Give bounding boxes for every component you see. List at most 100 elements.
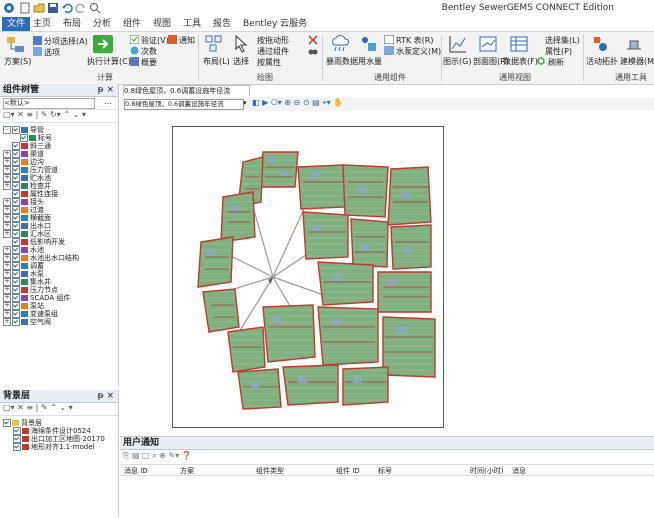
visibility-checkbox[interactable] — [12, 302, 20, 310]
visibility-checkbox[interactable] — [12, 142, 20, 150]
tab-analysis[interactable]: 分析 — [88, 17, 116, 31]
tree-item[interactable]: + 空气阀 — [3, 318, 118, 326]
expand-toggle-icon[interactable]: + — [3, 302, 11, 310]
background-item[interactable]: 地形对齐1.1-model — [3, 443, 118, 451]
select-cursor-icon[interactable] — [234, 34, 248, 56]
undo-icon[interactable] — [61, 2, 73, 14]
pin-close-icon[interactable]: ᵽ × — [98, 390, 114, 402]
filter-select[interactable]: <默认> — [3, 98, 95, 109]
graph-button[interactable]: 图示(G) — [443, 56, 471, 67]
property-button[interactable]: 属性(P) — [545, 46, 572, 57]
tab-components[interactable]: 组件 — [118, 17, 146, 31]
document-tab[interactable]: 0.8绿色屋顶，0.6调蓄设施年径流 — [123, 85, 250, 96]
visibility-checkbox[interactable] — [12, 262, 20, 270]
tree-item[interactable]: 属性连接 — [3, 190, 118, 198]
visibility-checkbox[interactable] — [12, 158, 20, 166]
expand-toggle-icon[interactable]: + — [3, 310, 11, 318]
expand-toggle-icon[interactable]: + — [3, 150, 11, 158]
tree-item[interactable]: + 接头 — [3, 198, 118, 206]
visibility-checkbox[interactable] — [12, 294, 20, 302]
tree-item[interactable]: + 调蓄 — [3, 262, 118, 270]
tree-item[interactable]: + 变速泵组 — [3, 310, 118, 318]
tree-item[interactable]: + 水池 — [3, 246, 118, 254]
tree-item[interactable]: + 边沟 — [3, 158, 118, 166]
tab-report[interactable]: 报告 — [208, 17, 236, 31]
expand-toggle-icon[interactable]: + — [3, 158, 11, 166]
scenario-button[interactable]: 方案(S) — [4, 56, 31, 67]
tree-item[interactable]: + 横截面 — [3, 214, 118, 222]
visibility-checkbox[interactable] — [13, 443, 21, 451]
tree-item[interactable]: + 出水口 — [3, 222, 118, 230]
expand-toggle-icon[interactable]: + — [3, 254, 11, 262]
scenario-select[interactable]: 0.8绿色屋顶，0.6调蓄设施年径流 — [124, 99, 244, 110]
water-use-icon[interactable] — [360, 35, 378, 56]
options-select-button[interactable]: 分项选择(A) — [44, 36, 88, 47]
expand-toggle-icon[interactable] — [11, 134, 19, 142]
tree-item[interactable]: + 水池出水口结构 — [3, 254, 118, 262]
more-icon[interactable]: … — [104, 97, 112, 106]
run-icon[interactable] — [93, 35, 113, 56]
visibility-checkbox[interactable] — [12, 222, 20, 230]
modeler-icon[interactable] — [625, 35, 643, 56]
visibility-checkbox[interactable] — [12, 126, 20, 134]
save-icon[interactable] — [47, 2, 59, 14]
expand-toggle-icon[interactable]: + — [3, 214, 11, 222]
visibility-checkbox[interactable] — [12, 246, 20, 254]
visibility-checkbox[interactable] — [12, 286, 20, 294]
expand-toggle-icon[interactable]: + — [3, 246, 11, 254]
tab-bentley-cloud[interactable]: Bentley 云服务 — [238, 17, 312, 31]
expand-toggle-icon[interactable]: + — [3, 278, 11, 286]
visibility-checkbox[interactable] — [12, 166, 20, 174]
dropdown-icon[interactable]: ▾ — [243, 99, 247, 107]
tree-item[interactable]: + 贮水池 — [3, 174, 118, 182]
visibility-checkbox[interactable] — [13, 435, 21, 443]
notify-button[interactable]: 通知 — [179, 35, 195, 46]
background-item[interactable]: 海绵条件设计0524 — [3, 427, 118, 435]
tree-item[interactable]: 低影响开发 — [3, 238, 118, 246]
expand-toggle-icon[interactable]: - — [3, 126, 11, 134]
expand-toggle-icon[interactable] — [3, 238, 11, 246]
col-element-type[interactable]: 组件类型 — [256, 466, 284, 476]
tab-home[interactable]: 主页 — [28, 17, 56, 31]
tree-item[interactable]: + 压力节点 — [3, 286, 118, 294]
drawing-canvas[interactable] — [172, 126, 444, 428]
expand-toggle-icon[interactable]: + — [3, 206, 11, 214]
tree-item[interactable]: 斜三通 — [3, 142, 118, 150]
expand-toggle-icon[interactable]: + — [3, 174, 11, 182]
tree-item[interactable]: - 导管 — [3, 126, 118, 134]
expand-toggle-icon[interactable]: + — [3, 182, 11, 190]
storm-data-button[interactable]: 暴雨数据 — [326, 56, 358, 67]
pin-close-icon[interactable]: ᵽ × — [98, 84, 114, 96]
profile-icon[interactable] — [479, 35, 497, 56]
background-item[interactable]: 出口加工区地图-20170 — [3, 435, 118, 443]
zoom-icon[interactable] — [89, 2, 101, 14]
graph-icon[interactable] — [449, 35, 467, 56]
visibility-checkbox[interactable] — [12, 270, 20, 278]
tree-item[interactable]: 标号 — [3, 134, 118, 142]
col-label[interactable]: 标号 — [378, 466, 392, 476]
open-folder-icon[interactable] — [33, 2, 45, 14]
tree-item[interactable]: + 水泵 — [3, 270, 118, 278]
count-button[interactable]: 次数 — [141, 46, 157, 57]
visibility-checkbox[interactable] — [12, 310, 20, 318]
by-property-button[interactable]: 按属性 — [257, 57, 281, 68]
tab-file[interactable]: 文件 — [2, 17, 31, 31]
tab-layout[interactable]: 布局 — [58, 17, 86, 31]
visibility-checkbox[interactable] — [12, 278, 20, 286]
summary-button[interactable]: 概要 — [141, 57, 157, 68]
modeler-button[interactable]: 建模器(M) — [620, 56, 654, 67]
expand-toggle-icon[interactable]: + — [3, 230, 11, 238]
expand-toggle-icon[interactable]: + — [3, 166, 11, 174]
drawing-area[interactable] — [120, 111, 654, 434]
tree-item[interactable]: + 过渡 — [3, 206, 118, 214]
data-table-icon[interactable] — [510, 35, 528, 56]
expand-toggle-icon[interactable] — [3, 142, 11, 150]
tab-tools[interactable]: 工具 — [178, 17, 206, 31]
expand-toggle-icon[interactable]: + — [3, 222, 11, 230]
visibility-checkbox[interactable] — [20, 134, 28, 142]
visibility-checkbox[interactable] — [12, 190, 20, 198]
visibility-checkbox[interactable] — [12, 254, 20, 262]
visibility-checkbox[interactable] — [12, 150, 20, 158]
notification-toolbar[interactable]: ⎘ ▤ ▢ ⌕ ⊕ ✎▾ ❓ — [123, 451, 192, 461]
drawing-tools[interactable]: ◧ ▶ ⎔▾ ⊕ ⊖ ⊙ ▤ ⌖▾ ✋ — [252, 98, 343, 108]
